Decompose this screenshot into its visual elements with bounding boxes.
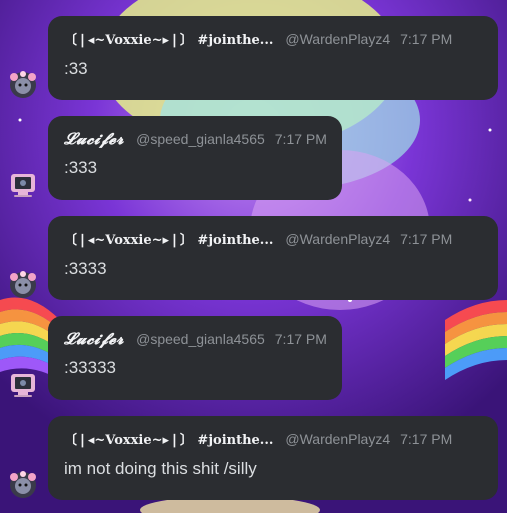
author-handle[interactable]: @WardenPlayz4: [285, 30, 390, 48]
author-name[interactable]: 〔❘◂~Voxxie~▸❘〕 #jointhe...: [64, 32, 273, 50]
message-content: im not doing this shit /silly: [64, 459, 257, 478]
flower-avatar-icon[interactable]: [8, 470, 38, 500]
author-name[interactable]: 𝓛𝓾𝓬𝓲𝓯𝓮𝓻: [64, 331, 124, 349]
message-content: :33: [64, 59, 88, 78]
flower-avatar-icon[interactable]: [8, 70, 38, 100]
message-content: :3333: [64, 259, 107, 278]
timestamp: 7:17 PM: [274, 131, 327, 147]
message-bubble: 〔❘◂~Voxxie~▸❘〕 #jointhe... @WardenPlayz4…: [48, 16, 498, 100]
timestamp: 7:17 PM: [274, 331, 327, 347]
author-handle[interactable]: @WardenPlayz4: [285, 230, 390, 248]
computer-avatar-icon[interactable]: [8, 170, 38, 200]
author-name[interactable]: 〔❘◂~Voxxie~▸❘〕 #jointhe...: [64, 232, 273, 250]
author-name[interactable]: 𝓛𝓾𝓬𝓲𝓯𝓮𝓻: [64, 131, 124, 149]
computer-avatar-icon[interactable]: [8, 370, 38, 400]
message-bubble: 𝓛𝓾𝓬𝓲𝓯𝓮𝓻 @speed_gianla4565 7:17 PM :333: [48, 116, 342, 200]
timestamp: 7:17 PM: [400, 31, 453, 47]
timestamp: 7:17 PM: [400, 431, 453, 447]
author-handle[interactable]: @speed_gianla4565: [136, 330, 265, 348]
message-bubble: 𝓛𝓾𝓬𝓲𝓯𝓮𝓻 @speed_gianla4565 7:17 PM :33333: [48, 316, 342, 400]
message-content: :33333: [64, 358, 116, 377]
author-handle[interactable]: @WardenPlayz4: [285, 430, 390, 448]
flower-avatar-icon[interactable]: [8, 270, 38, 300]
author-name[interactable]: 〔❘◂~Voxxie~▸❘〕 #jointhe...: [64, 432, 273, 450]
message-bubble: 〔❘◂~Voxxie~▸❘〕 #jointhe... @WardenPlayz4…: [48, 416, 498, 500]
message-content: :333: [64, 158, 98, 177]
timestamp: 7:17 PM: [400, 231, 453, 247]
message-bubble: 〔❘◂~Voxxie~▸❘〕 #jointhe... @WardenPlayz4…: [48, 216, 498, 300]
author-handle[interactable]: @speed_gianla4565: [136, 130, 265, 148]
